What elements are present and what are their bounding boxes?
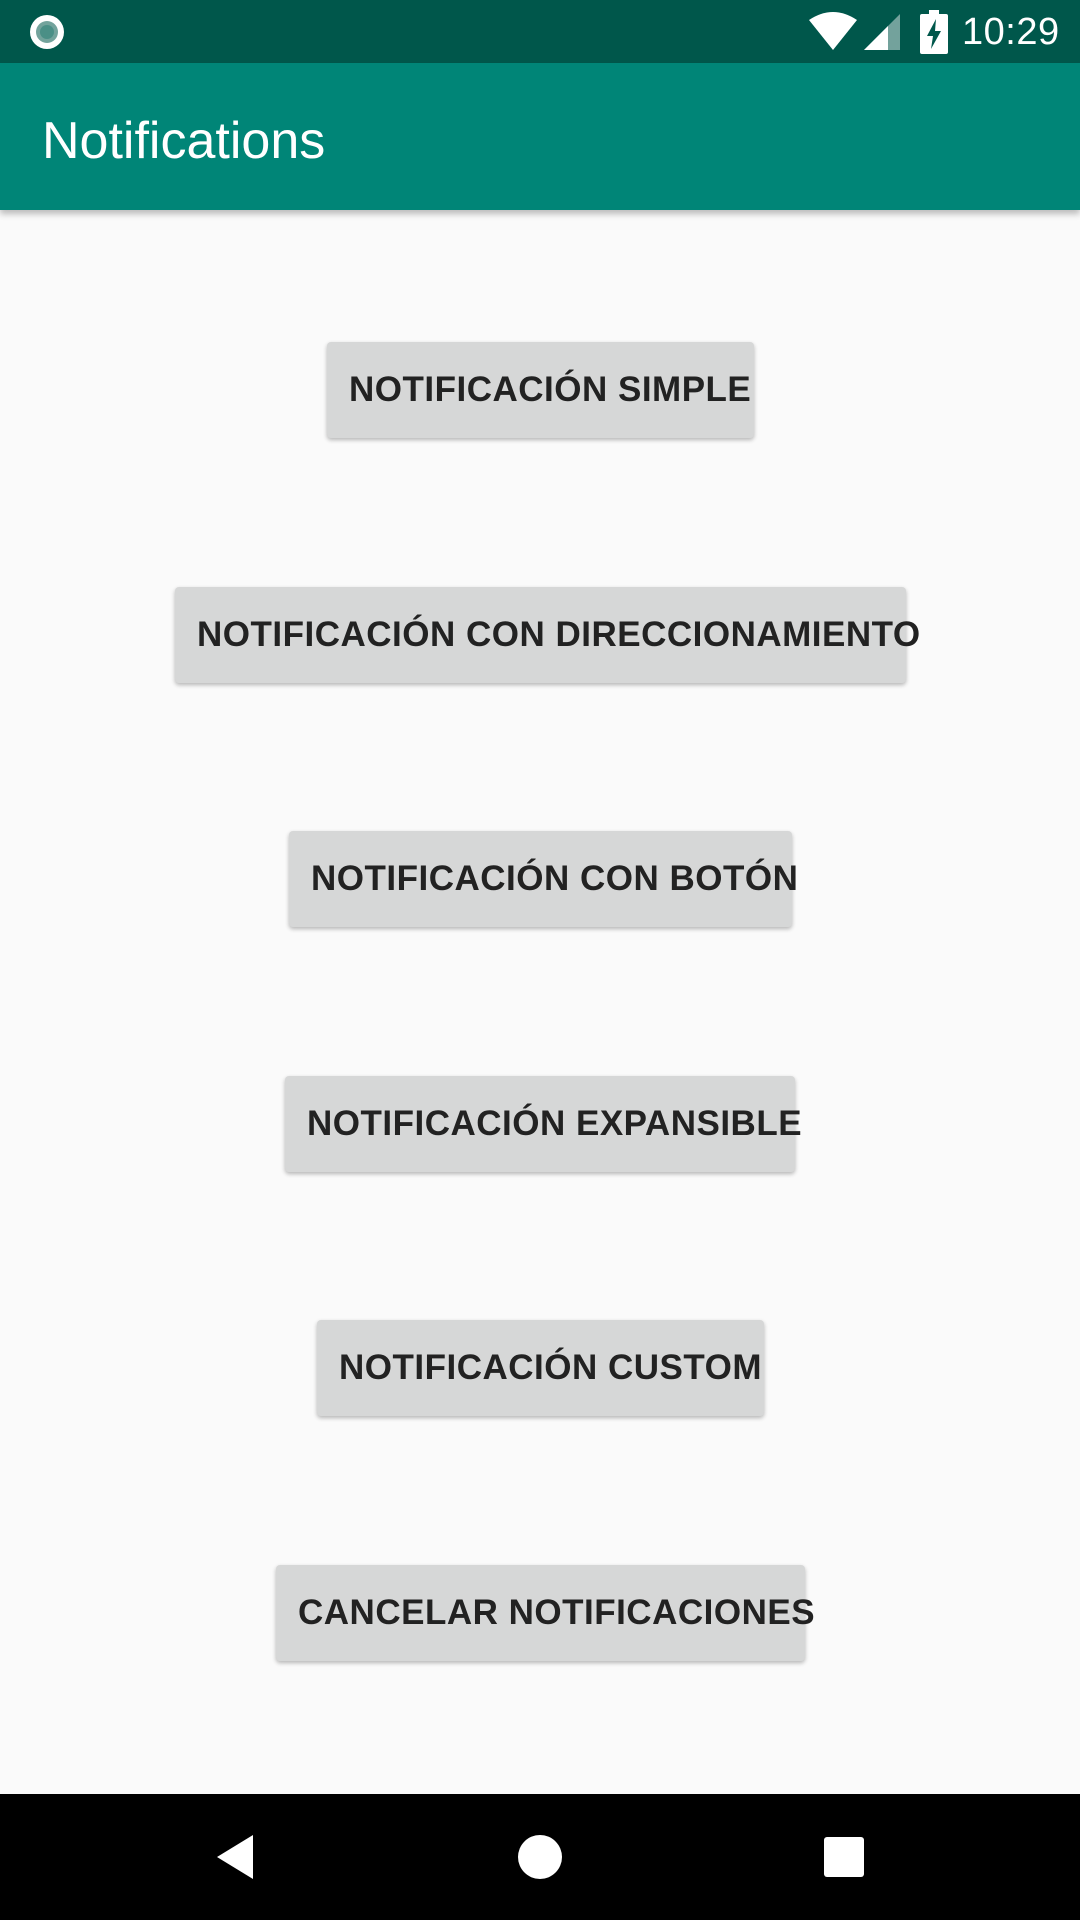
app-bar: Notifications [0,63,1080,210]
status-clock: 10:29 [962,11,1060,53]
custom-notification-button[interactable]: NOTIFICACIÓN CUSTOM [317,1320,764,1416]
battery-charging-icon [920,10,948,54]
home-icon[interactable] [510,1827,570,1887]
expandable-notification-button[interactable]: NOTIFICACIÓN EXPANSIBLE [285,1076,802,1172]
navigation-bar [0,1794,1080,1920]
main-content: NOTIFICACIÓN SIMPLE NOTIFICACIÓN CON DIR… [0,210,1080,1794]
redirect-notification-button[interactable]: NOTIFICACIÓN CON DIRECCIONAMIENTO [175,587,920,683]
simple-notification-button[interactable]: NOTIFICACIÓN SIMPLE [327,342,754,438]
cancel-notifications-button[interactable]: CANCELAR NOTIFICACIONES [276,1565,815,1661]
button-notification-button[interactable]: NOTIFICACIÓN CON BOTÓN [289,831,798,927]
status-bar: 10:29 [0,0,1080,63]
recents-icon[interactable] [814,1827,874,1887]
wifi-icon [809,12,857,50]
signal-icon [864,14,900,50]
back-icon[interactable] [207,1827,267,1887]
notification-dot-icon [30,15,64,49]
app-title: Notifications [42,112,326,170]
